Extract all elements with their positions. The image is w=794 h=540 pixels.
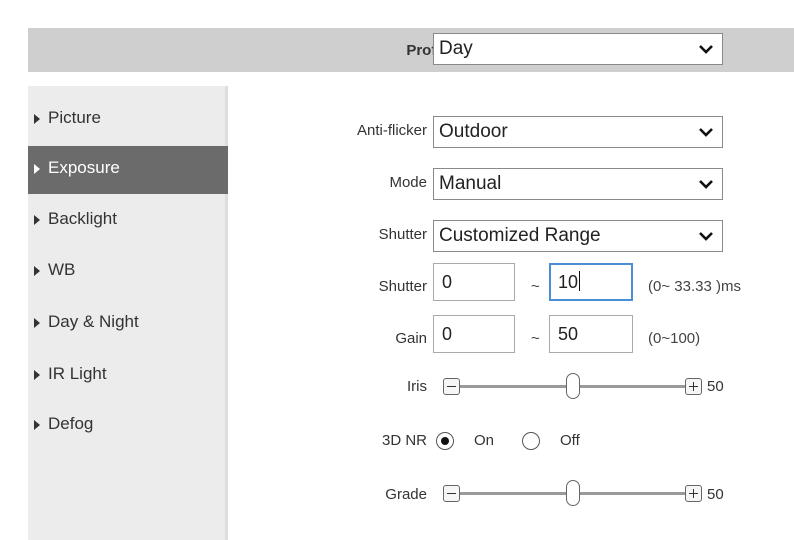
iris-increase-button[interactable] bbox=[685, 378, 702, 395]
sidebar-item-label: Picture bbox=[48, 108, 101, 127]
caret-right-icon bbox=[34, 318, 40, 328]
caret-right-icon bbox=[34, 164, 40, 174]
chevron-down-icon bbox=[699, 180, 713, 189]
profile-select[interactable]: Day bbox=[433, 33, 723, 65]
caret-right-icon bbox=[34, 420, 40, 430]
sidebar-item-label: Exposure bbox=[48, 158, 120, 177]
3d-nr-on-radio[interactable] bbox=[436, 432, 454, 450]
chevron-down-icon bbox=[699, 45, 713, 54]
grade-slider-thumb[interactable] bbox=[566, 480, 580, 506]
shutter-range-label: Shutter bbox=[378, 278, 427, 295]
iris-decrease-button[interactable] bbox=[443, 378, 460, 395]
anti-flicker-value: Outdoor bbox=[439, 121, 508, 142]
sidebar-item-defog[interactable]: Defog bbox=[28, 402, 228, 450]
gain-range-separator: ~ bbox=[531, 330, 540, 347]
text-cursor bbox=[579, 271, 581, 291]
iris-value: 50 bbox=[707, 378, 724, 395]
grade-label: Grade bbox=[385, 486, 427, 503]
sidebar-item-label: Defog bbox=[48, 414, 94, 433]
gain-range-label: Gain bbox=[395, 330, 427, 347]
gain-min-value: 0 bbox=[442, 324, 453, 344]
sidebar-item-day-night[interactable]: Day & Night bbox=[28, 300, 228, 348]
sidebar-item-label: WB bbox=[48, 260, 76, 279]
profile-select-value: Day bbox=[439, 38, 473, 59]
caret-right-icon bbox=[34, 266, 40, 276]
sidebar-item-exposure[interactable]: Exposure bbox=[28, 146, 228, 194]
sidebar-item-backlight[interactable]: Backlight bbox=[28, 197, 228, 245]
mode-label: Mode bbox=[389, 174, 427, 191]
caret-right-icon bbox=[34, 215, 40, 225]
caret-right-icon bbox=[34, 114, 40, 124]
3d-nr-on-label: On bbox=[474, 432, 495, 449]
sidebar-item-label: IR Light bbox=[48, 364, 107, 383]
mode-select[interactable]: Manual bbox=[433, 168, 723, 200]
shutter-min-value: 0 bbox=[442, 272, 453, 292]
3d-nr-off-label: Off bbox=[560, 432, 580, 449]
shutter-max-value: 10 bbox=[558, 272, 579, 292]
shutter-type-value: Customized Range bbox=[439, 225, 601, 246]
caret-right-icon bbox=[34, 370, 40, 380]
shutter-type-select[interactable]: Customized Range bbox=[433, 220, 723, 252]
sidebar-item-label: Day & Night bbox=[48, 312, 139, 331]
anti-flicker-select[interactable]: Outdoor bbox=[433, 116, 723, 148]
chevron-down-icon bbox=[699, 128, 713, 137]
shutter-range-separator: ~ bbox=[531, 278, 540, 295]
grade-value: 50 bbox=[707, 486, 724, 503]
shutter-max-input[interactable]: 10 bbox=[549, 263, 633, 301]
3d-nr-off-radio[interactable] bbox=[522, 432, 540, 450]
3d-nr-label: 3D NR bbox=[381, 432, 427, 449]
sidebar: Picture Exposure Backlight WB Day & Nigh… bbox=[28, 86, 228, 540]
grade-decrease-button[interactable] bbox=[443, 485, 460, 502]
anti-flicker-label: Anti-flicker bbox=[356, 122, 427, 139]
mode-value: Manual bbox=[439, 173, 502, 194]
iris-slider-thumb[interactable] bbox=[566, 373, 580, 399]
sidebar-item-ir-light[interactable]: IR Light bbox=[28, 352, 228, 400]
grade-increase-button[interactable] bbox=[685, 485, 702, 502]
shutter-type-label: Shutter bbox=[378, 226, 427, 243]
sidebar-item-picture[interactable]: Picture bbox=[28, 96, 228, 144]
shutter-min-input[interactable]: 0 bbox=[433, 263, 515, 301]
gain-max-input[interactable]: 50 bbox=[549, 315, 633, 353]
gain-min-input[interactable]: 0 bbox=[433, 315, 515, 353]
gain-range-hint: (0~100) bbox=[648, 330, 701, 347]
sidebar-item-label: Backlight bbox=[48, 209, 117, 228]
profile-bar: Profile Day bbox=[28, 28, 794, 72]
sidebar-item-wb[interactable]: WB bbox=[28, 248, 228, 296]
minus-icon bbox=[447, 386, 456, 387]
gain-max-value: 50 bbox=[558, 324, 579, 344]
chevron-down-icon bbox=[699, 232, 713, 241]
iris-label: Iris bbox=[407, 378, 427, 395]
shutter-range-hint: (0~ 33.33 )ms bbox=[648, 278, 741, 295]
profile-label: Profile bbox=[406, 42, 453, 59]
minus-icon bbox=[447, 493, 456, 494]
